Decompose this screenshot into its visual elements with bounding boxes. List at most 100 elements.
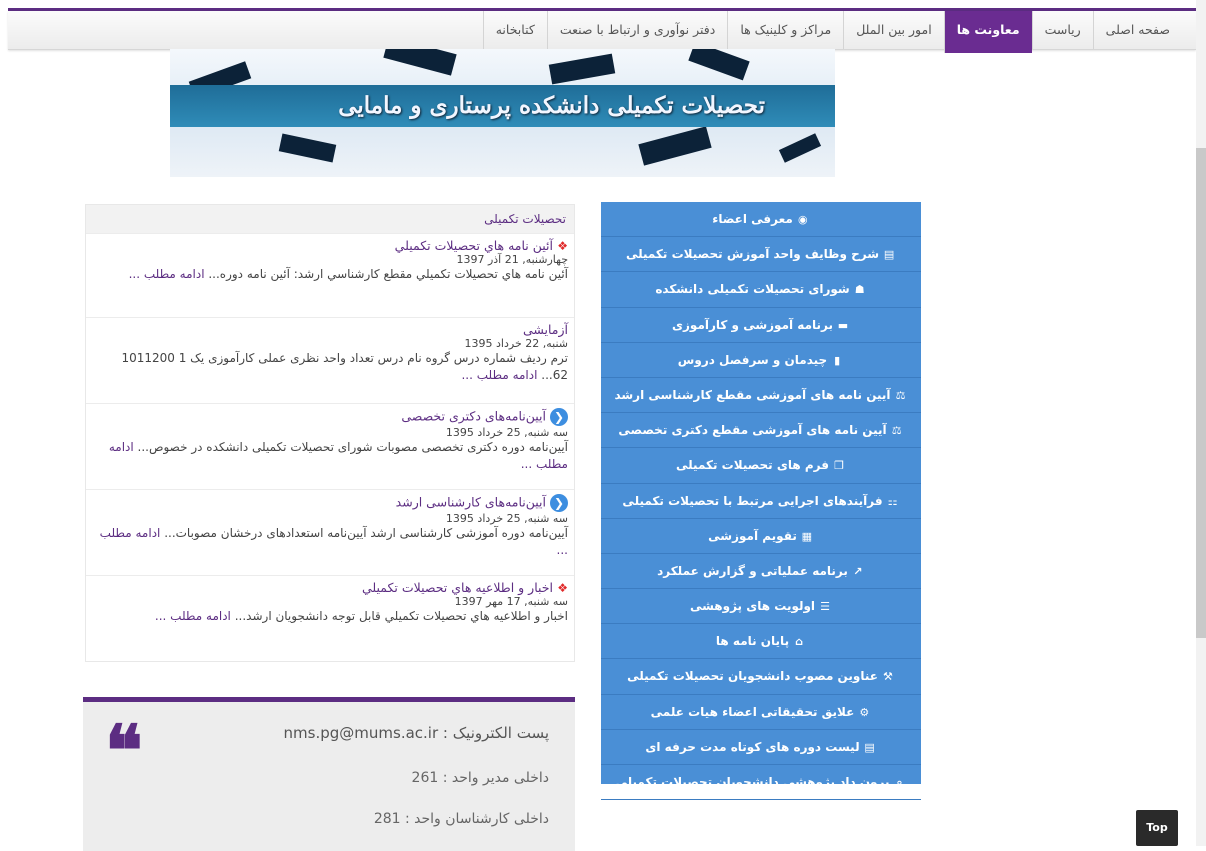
news-item: ❖ آئين نامه هاي تحصيلات تكميلي چهارشنبه, 2… bbox=[86, 233, 574, 317]
side-menu-item[interactable]: ↗ برنامه عملیاتی و گزارش عملکرد bbox=[601, 554, 921, 590]
news-item-summary-text: آیین‌نامه دوره آموزشی کارشناسی ارشد آیین… bbox=[160, 526, 568, 540]
list-alt-icon: ▤ bbox=[864, 740, 875, 754]
side-menu-item[interactable]: ▦ تقویم آموزشی bbox=[601, 519, 921, 554]
news-item-summary: آئين نامه هاي تحصيلات تكميلي مقطع كارشنا… bbox=[92, 266, 568, 283]
users-icon: ☗ bbox=[854, 283, 865, 297]
news-item-summary: آیین‌نامه دوره دکتری تخصصی مصوبات شورای … bbox=[92, 439, 568, 473]
read-more-link[interactable]: ادامه مطلب ... bbox=[129, 267, 205, 281]
side-menu-item[interactable]: ⚒ عناوین مصوب دانشجویان تحصیلات تکمیلی bbox=[601, 659, 921, 695]
news-item-title[interactable]: آیین‌نامه‌های کارشناسی ارشد bbox=[396, 495, 546, 510]
news-item-summary-text: اخبار و اطلاعيه هاي تحصيلات تكميلي قابل … bbox=[230, 609, 568, 623]
quote-icon: ❝ bbox=[105, 709, 143, 792]
side-menu-item-label: علایق تحقیقاتی اعضاء هیات علمی bbox=[650, 704, 855, 719]
contact-manager-ext: داخلی مدیر واحد : 261 bbox=[411, 770, 549, 786]
copy-icon: ❐ bbox=[834, 459, 844, 473]
main-nav: صفحه اصلی ریاست معاونت ها امور بین الملل مرا… bbox=[482, 11, 1182, 53]
grad-cap-graphic bbox=[638, 126, 712, 166]
contact-box: ❝ پست الکترونیک : nms.pg@mums.ac.ir داخل… bbox=[83, 697, 575, 851]
news-item: آزمایشی شنبه, 22 خرداد 1395 ترم ردیف شماره… bbox=[86, 317, 574, 403]
side-menu-item[interactable]: ⌂ پایان نامه ها bbox=[601, 624, 921, 660]
grad-cap-graphic bbox=[778, 133, 822, 163]
gavel-icon: ⚒ bbox=[882, 670, 893, 684]
contact-experts-ext: داخلی کارشناسان واحد : 281 bbox=[373, 811, 549, 827]
news-item: ❖ اخبار و اطلاعيه هاي تحصيلات تكميلي سه شن… bbox=[86, 575, 574, 659]
news-item-title[interactable]: آئين نامه هاي تحصيلات تكميلي bbox=[395, 238, 553, 253]
side-menu-item[interactable]: ▤ لیست دوره های کوتاه مدت حرفه ای bbox=[601, 730, 921, 765]
news-list: ❖ آئين نامه هاي تحصيلات تكميلي چهارشنبه, 2… bbox=[86, 233, 574, 659]
side-menu-item-label: پایان نامه ها bbox=[715, 634, 790, 649]
sitemap-icon: ⚏ bbox=[887, 494, 898, 508]
read-more-link[interactable]: ادامه مطلب ... bbox=[155, 609, 231, 623]
book-icon: ▮ bbox=[834, 353, 841, 367]
balance-scale-icon: ⚖ bbox=[895, 388, 906, 402]
side-menu: ◉معرفی اعضاء ▤شرح وظایف واحد آموزش تحصیلا… bbox=[601, 202, 921, 801]
main-navbar: صفحه اصلی ریاست معاونت ها امور بین الملل مرا… bbox=[8, 11, 1196, 53]
side-menu-item[interactable]: ▮ چیدمان و سرفصل دروس bbox=[601, 343, 921, 378]
news-item-summary: ترم ردیف شماره درس گروه نام درس تعداد وا… bbox=[92, 350, 568, 384]
side-menu-item[interactable]: ▤شرح وظایف واحد آموزش تحصیلات تکمیلی bbox=[601, 237, 921, 273]
side-menu-item-label: فرآیندهای اجرایی مرتبط با تحصیلات تکمیلی bbox=[622, 493, 883, 508]
banner-title: تحصیلات تکمیلی دانشکده پرستاری و مامایی bbox=[338, 92, 765, 119]
news-item-date: چهارشنبه, 21 آذر 1397 bbox=[456, 253, 568, 266]
news-item-title[interactable]: اخبار و اطلاعيه هاي تحصيلات تكميلي bbox=[362, 580, 553, 595]
news-item-date: سه شنبه, 25 خرداد 1395 bbox=[445, 426, 568, 439]
list-ol-icon: ☰ bbox=[820, 600, 830, 614]
read-more-link[interactable]: ادامه مطلب ... bbox=[461, 368, 537, 382]
news-item-title[interactable]: آزمایشی bbox=[523, 322, 568, 337]
news-item-date: شنبه, 22 خرداد 1395 bbox=[464, 337, 568, 350]
side-menu-item[interactable]: ☗ شورای تحصیلات تکمیلی دانشکده bbox=[601, 272, 921, 308]
header-banner: تحصیلات تکمیلی دانشکده پرستاری و مامایی bbox=[170, 49, 835, 177]
grad-cap-graphic bbox=[383, 49, 457, 76]
side-menu-item-label: برون داد پژوهشی دانشجویان تحصیلات تکمیلی bbox=[615, 775, 890, 789]
gears-icon: ⚙ bbox=[859, 705, 870, 719]
side-menu-item-label: شرح وظایف واحد آموزش تحصیلات تکمیلی bbox=[625, 247, 880, 262]
side-menu-item[interactable]: ❐ فرم های تحصیلات تکمیلی bbox=[601, 448, 921, 484]
news-item-summary-text: آئين نامه هاي تحصيلات تكميلي مقطع كارشنا… bbox=[204, 267, 568, 281]
grad-cap-graphic bbox=[278, 133, 337, 163]
side-menu-item[interactable]: ☰ اولویت های پژوهشی bbox=[601, 589, 921, 625]
red-diamond-icon: ❖ bbox=[557, 581, 568, 595]
side-menu-item[interactable]: ◉ معرفی اعضاء bbox=[601, 202, 921, 238]
side-menu-item-label: تقویم آموزشی bbox=[708, 528, 797, 543]
side-menu-item-label: شورای تحصیلات تکمیلی دانشکده bbox=[655, 282, 850, 297]
side-menu-item-label: آیین نامه های آموزشی مقطع کارشناسی ارشد bbox=[614, 387, 891, 402]
side-menu-item[interactable]: ⚏ فرآیندهای اجرایی مرتبط با تحصیلات تکمیل… bbox=[601, 484, 921, 519]
side-menu-item[interactable]: ⚖ آیین نامه های آموزشی مقطع دکتری تخصصی bbox=[601, 413, 921, 449]
user-circle-icon: ◉ bbox=[798, 213, 808, 226]
nav-item[interactable]: ریاست bbox=[1031, 11, 1093, 49]
side-menu-item[interactable]: ⚖ آیین نامه های آموزشی مقطع کارشناسی ارشد bbox=[601, 378, 921, 414]
calendar-icon: ▦ bbox=[801, 529, 813, 543]
nav-item[interactable]: مراکز و کلینیک ها bbox=[727, 11, 843, 49]
news-item-date: سه شنبه, 25 خرداد 1395 bbox=[445, 512, 568, 525]
side-menu-item-label: آیین نامه های آموزشی مقطع دکتری تخصصی bbox=[618, 423, 887, 438]
news-item-summary-text: آیین‌نامه دوره دکتری تخصصی مصوبات شورای … bbox=[133, 440, 568, 454]
nav-item[interactable]: امور بین الملل bbox=[843, 11, 944, 49]
back-to-top-button[interactable]: Top bbox=[1136, 810, 1178, 846]
side-menu-item-label: عناوین مصوب دانشجویان تحصیلات تکمیلی bbox=[627, 669, 878, 684]
news-item: ❮ آیین‌نامه‌های دکتری تخصصی سه شنبه, 25 خر… bbox=[86, 403, 574, 489]
news-item-summary: آیین‌نامه دوره آموزشی کارشناسی ارشد آیین… bbox=[92, 525, 568, 559]
side-menu-item[interactable]: ⚙ علایق تحقیقاتی اعضاء هیات علمی bbox=[601, 695, 921, 730]
nav-item[interactable]: صفحه اصلی bbox=[1092, 11, 1182, 49]
side-menu-item[interactable]: ▬ برنامه آموزشی و کارآموزی bbox=[601, 308, 921, 343]
nav-item[interactable]: کتابخانه bbox=[482, 11, 547, 49]
side-menu-item-label: فرم های تحصیلات تکمیلی bbox=[676, 458, 829, 473]
nav-item[interactable]: دفتر نوآوری و ارتباط با صنعت bbox=[546, 11, 728, 49]
balance-scale-icon: ⚖ bbox=[891, 424, 902, 438]
side-menu-item-label: اولویت های پژوهشی bbox=[689, 599, 816, 614]
line-chart-icon: ↗ bbox=[853, 564, 863, 578]
grad-cap-graphic bbox=[548, 53, 616, 85]
news-item-summary: اخبار و اطلاعيه هاي تحصيلات تكميلي قابل … bbox=[92, 608, 568, 625]
side-menu-item-label: برنامه عملیاتی و گزارش عملکرد bbox=[657, 563, 848, 578]
side-menu-item[interactable]: ⌕ برون داد پژوهشی دانشجویان تحصیلات تکمیل… bbox=[601, 765, 921, 801]
search-icon: ⌕ bbox=[896, 776, 903, 789]
news-module: تحصیلات تکمیلی ❖ آئين نامه هاي تحصيلات تك… bbox=[85, 204, 575, 662]
scrollbar-thumb[interactable] bbox=[1196, 148, 1206, 638]
blue-chevron-icon: ❮ bbox=[550, 494, 568, 512]
news-item-title[interactable]: آیین‌نامه‌های دکتری تخصصی bbox=[401, 409, 546, 424]
side-menu-item-label: برنامه آموزشی و کارآموزی bbox=[672, 317, 833, 332]
side-menu-item-label: چیدمان و سرفصل دروس bbox=[677, 352, 828, 367]
graduation-cap-icon: ⌂ bbox=[795, 635, 804, 649]
bed-icon: ▬ bbox=[837, 318, 849, 332]
nav-item[interactable]: معاونت ها bbox=[943, 11, 1032, 53]
